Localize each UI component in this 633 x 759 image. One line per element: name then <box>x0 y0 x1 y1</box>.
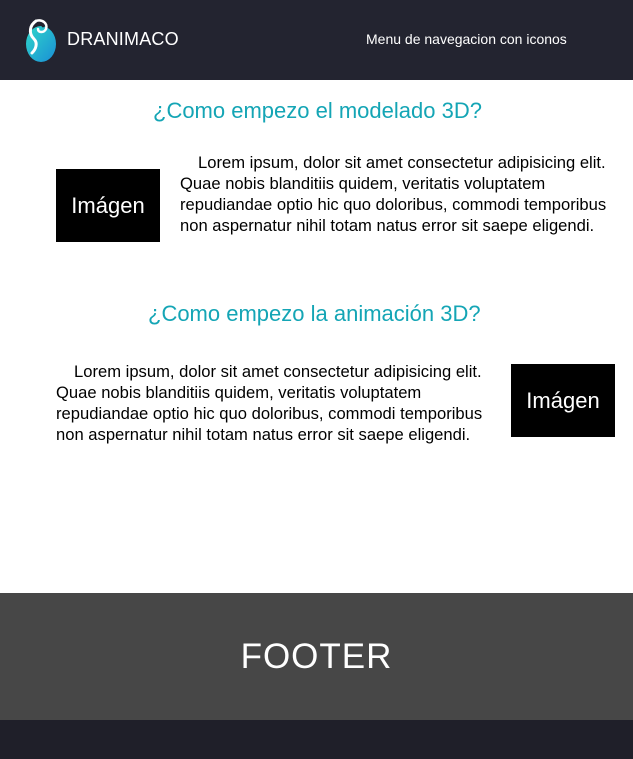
footer: FOOTER <box>0 593 633 720</box>
section-2-image: Imágen <box>511 364 615 437</box>
section-2-paragraph: Lorem ipsum, dolor sit amet consectetur … <box>56 362 483 444</box>
section-1-title: ¿Como empezo el modelado 3D? <box>153 98 482 123</box>
section-2-title: ¿Como empezo la animación 3D? <box>148 301 481 326</box>
section-1-image: Imágen <box>56 169 160 242</box>
brand-name[interactable]: DRANIMACO <box>67 29 179 50</box>
section-1-image-label: Imágen <box>71 192 145 218</box>
page: DRANIMACO Menu de navegacion con iconos … <box>0 0 633 759</box>
top-header: DRANIMACO Menu de navegacion con iconos <box>0 0 633 80</box>
section-1-paragraph: Lorem ipsum, dolor sit amet consectetur … <box>180 153 607 235</box>
section-2-image-label: Imágen <box>526 387 600 413</box>
footer-label: FOOTER <box>240 636 393 676</box>
bottom-strip <box>0 720 633 759</box>
dragon-logo-icon[interactable] <box>24 15 58 63</box>
main-content: ¿Como empezo el modelado 3D? Imágen Lore… <box>0 80 633 593</box>
nav-menu-placeholder[interactable]: Menu de navegacion con iconos <box>366 31 567 47</box>
